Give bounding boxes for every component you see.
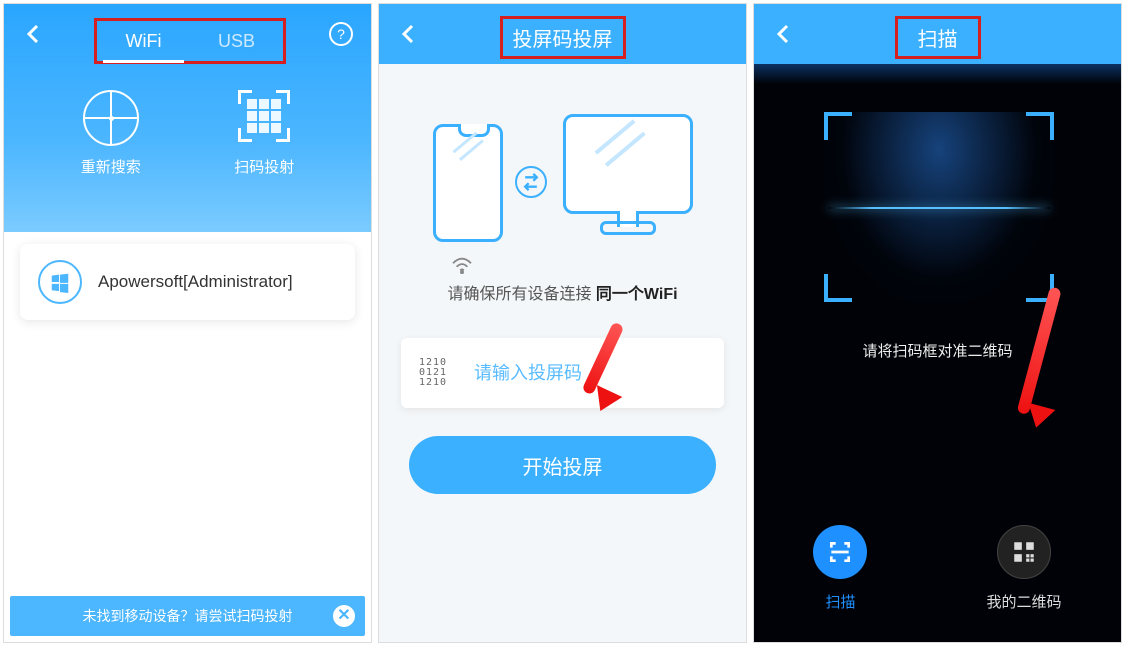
device-name: Apowersoft[Administrator] bbox=[98, 272, 293, 292]
screen-cast-code: 投屏码投屏 请确保所有设备连接 同一个WiFi 1210 0121 1210 开… bbox=[378, 3, 747, 643]
phone-icon bbox=[433, 124, 503, 242]
phone-to-pc-illustration bbox=[433, 114, 693, 254]
connection-tabs: WiFi USB bbox=[94, 18, 286, 64]
scan-cast-label: 扫码投射 bbox=[209, 156, 319, 177]
scan-line bbox=[828, 207, 1050, 209]
banner-close-button[interactable]: ✕ bbox=[333, 605, 355, 627]
bottom-tab-my-qr[interactable]: 我的二维码 bbox=[986, 525, 1061, 612]
back-button[interactable] bbox=[397, 22, 421, 46]
cast-code-input-wrap: 1210 0121 1210 bbox=[401, 338, 724, 408]
scan-hint-text: 请将扫码框对准二维码 bbox=[754, 340, 1121, 361]
qr-scan-icon bbox=[236, 90, 292, 146]
help-button[interactable]: ? bbox=[329, 22, 353, 46]
chevron-left-icon bbox=[772, 22, 796, 46]
instruction-prefix: 请确保所有设备连接 bbox=[447, 286, 595, 303]
scan-cast-button[interactable]: 扫码投射 bbox=[209, 90, 319, 177]
radar-icon bbox=[83, 90, 139, 146]
header-gradient: WiFi USB ? 重新搜索 扫码投射 bbox=[4, 4, 371, 232]
title-highlight-box: 扫描 bbox=[895, 16, 981, 59]
swap-icon bbox=[515, 166, 547, 198]
screen-wifi-list: WiFi USB ? 重新搜索 扫码投射 bbox=[3, 3, 372, 643]
pin-code-icon: 1210 0121 1210 bbox=[419, 358, 458, 388]
screen-qr-scan: 扫描 请将扫码框对准二维码 扫描 bbox=[753, 3, 1122, 643]
tab-usb[interactable]: USB bbox=[190, 21, 283, 61]
top-glow bbox=[754, 64, 1121, 84]
windows-icon bbox=[38, 260, 82, 304]
back-button[interactable] bbox=[772, 22, 796, 46]
start-cast-button[interactable]: 开始投屏 bbox=[409, 436, 716, 494]
monitor-icon bbox=[563, 114, 693, 214]
wifi-instruction: 请确保所有设备连接 同一个WiFi bbox=[379, 280, 746, 304]
scan-frame-icon bbox=[813, 525, 867, 579]
header-actions: 重新搜索 扫码投射 bbox=[4, 90, 371, 177]
top-bar: WiFi USB ? bbox=[4, 4, 371, 64]
wifi-icon bbox=[451, 256, 473, 279]
chevron-left-icon bbox=[22, 22, 46, 46]
banner-text: 未找到移动设备？请尝试扫码投射 bbox=[83, 606, 293, 626]
page-title: 投屏码投屏 bbox=[513, 23, 613, 52]
back-button[interactable] bbox=[22, 22, 46, 46]
qr-scan-viewport bbox=[824, 112, 1054, 302]
device-card[interactable]: Apowersoft[Administrator] bbox=[20, 244, 355, 320]
rescan-label: 重新搜索 bbox=[56, 156, 166, 177]
top-bar: 扫描 bbox=[754, 4, 1121, 64]
cast-code-input[interactable] bbox=[474, 363, 706, 384]
bottom-tab-my-qr-label: 我的二维码 bbox=[986, 591, 1061, 612]
bottom-hint-banner[interactable]: 未找到移动设备？请尝试扫码投射 ✕ bbox=[10, 596, 365, 636]
bottom-tab-scan[interactable]: 扫描 bbox=[813, 525, 867, 612]
tab-wifi[interactable]: WiFi bbox=[97, 21, 190, 61]
rescan-button[interactable]: 重新搜索 bbox=[56, 90, 166, 177]
page-title: 扫描 bbox=[918, 23, 958, 52]
bottom-tab-bar: 扫描 我的二维码 bbox=[754, 525, 1121, 612]
bottom-tab-scan-label: 扫描 bbox=[813, 591, 867, 612]
title-highlight-box: 投屏码投屏 bbox=[500, 16, 626, 59]
instruction-strong: 同一个WiFi bbox=[596, 286, 678, 303]
qr-code-icon bbox=[997, 525, 1051, 579]
top-bar: 投屏码投屏 bbox=[379, 4, 746, 64]
chevron-left-icon bbox=[397, 22, 421, 46]
